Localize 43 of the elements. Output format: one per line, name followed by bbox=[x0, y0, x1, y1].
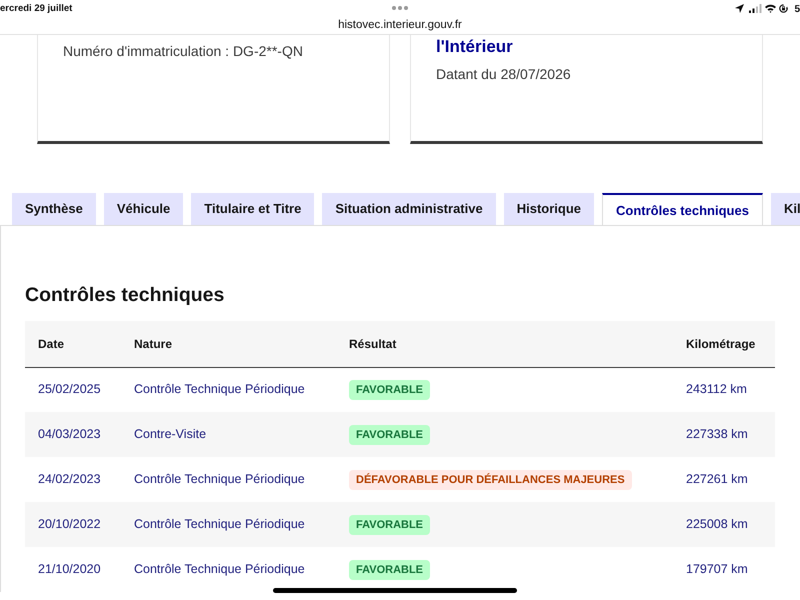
result-badge: FAVORABLE bbox=[349, 380, 430, 400]
result-badge: FAVORABLE bbox=[349, 424, 430, 444]
mileage-text: 179707 km bbox=[673, 547, 775, 592]
tab[interactable]: Historique bbox=[504, 193, 594, 225]
column-header: Résultat bbox=[336, 321, 673, 367]
tab[interactable]: Synthèse bbox=[12, 193, 96, 225]
card-title: l'Intérieur bbox=[436, 36, 514, 58]
result-badge: FAVORABLE bbox=[349, 560, 430, 580]
card-text: Datant du 28/07/2026 bbox=[436, 65, 572, 84]
mileage-text: 225008 km bbox=[673, 502, 775, 547]
url-text[interactable]: histovec.interieur.gouv.fr bbox=[338, 18, 462, 32]
signal-icon bbox=[749, 4, 762, 13]
date-text: 24/02/2023 bbox=[25, 457, 121, 502]
mileage-text: 243112 km bbox=[673, 367, 775, 412]
card-text: Numéro d'immatriculation : DG-2**-QN bbox=[63, 42, 304, 61]
inspection-type-text: Contrôle Technique Périodique bbox=[121, 502, 336, 547]
inspection-type-text: Contre-Visite bbox=[121, 412, 336, 457]
location-arrow-icon bbox=[735, 4, 744, 13]
date-text: 04/03/2023 bbox=[25, 412, 121, 457]
date-text: 21/10/2020 bbox=[25, 547, 121, 592]
section-heading: Contrôles techniques bbox=[25, 284, 226, 307]
more-dots-icon[interactable] bbox=[392, 6, 408, 10]
rotation-lock-icon bbox=[779, 4, 788, 13]
wifi-icon bbox=[765, 4, 776, 13]
mileage-text: 227338 km bbox=[673, 412, 775, 457]
inspection-type-text: Contrôle Technique Périodique bbox=[121, 547, 336, 592]
result-badge: FAVORABLE bbox=[349, 514, 430, 534]
column-header: Nature bbox=[121, 321, 336, 367]
tab[interactable]: Véhicule bbox=[104, 193, 184, 225]
status-date-text: ercredi 29 juillet bbox=[0, 3, 72, 15]
column-header: Kilométrage bbox=[673, 321, 775, 367]
tab[interactable]: Kil bbox=[770, 193, 800, 225]
inspection-type-text: Contrôle Technique Périodique bbox=[121, 367, 336, 412]
result-badge: DÉFAVORABLE POUR DÉFAILLANCES MAJEURES bbox=[349, 470, 632, 490]
date-text: 25/02/2025 bbox=[25, 367, 121, 412]
tab[interactable]: Contrôles techniques bbox=[602, 193, 763, 225]
date-text: 20/10/2022 bbox=[25, 502, 121, 547]
tab[interactable]: Titulaire et Titre bbox=[191, 193, 314, 225]
tab[interactable]: Situation administrative bbox=[322, 193, 496, 225]
mileage-text: 227261 km bbox=[673, 457, 775, 502]
column-header: Date bbox=[25, 321, 121, 367]
inspection-type-text: Contrôle Technique Périodique bbox=[121, 457, 336, 502]
battery-percent-text: 5 bbox=[794, 4, 800, 16]
